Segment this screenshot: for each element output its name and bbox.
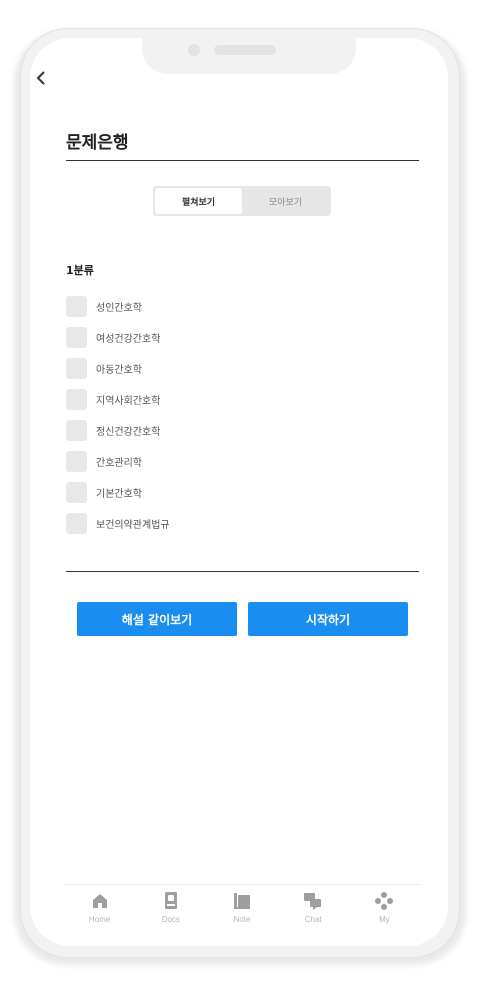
back-button[interactable] <box>34 68 48 88</box>
home-icon <box>89 890 111 912</box>
category-checkbox[interactable] <box>66 451 87 472</box>
category-item[interactable]: 성인간호학 <box>66 291 366 322</box>
tab-home[interactable]: Home <box>64 890 135 924</box>
category-label: 보건의약관계법규 <box>96 520 170 531</box>
tab-label: Note <box>233 915 251 924</box>
section-label: 1분류 <box>66 264 94 277</box>
tab-note[interactable]: Note <box>206 890 277 924</box>
view-toggle: 펼쳐보기 모아보기 <box>153 186 331 216</box>
category-checkbox[interactable] <box>66 420 87 441</box>
tab-chat[interactable]: Chat <box>278 890 349 924</box>
chat-icon <box>302 890 324 912</box>
section-divider <box>66 571 419 572</box>
category-item[interactable]: 아동간호학 <box>66 353 366 384</box>
category-item[interactable]: 여성건강간호학 <box>66 322 366 353</box>
category-checkbox[interactable] <box>66 327 87 348</box>
tab-docs[interactable]: Docs <box>135 890 206 924</box>
start-button[interactable]: 시작하기 <box>248 602 408 636</box>
chevron-left-icon <box>36 71 45 85</box>
tab-label: Docs <box>161 915 180 924</box>
camera-dot <box>188 44 200 56</box>
category-checkbox[interactable] <box>66 482 87 503</box>
page-title: 문제은행 <box>66 133 129 153</box>
speaker-grille <box>214 45 276 55</box>
category-checkbox[interactable] <box>66 296 87 317</box>
category-label: 간호관리학 <box>96 458 142 469</box>
bottom-tabbar: Home Docs Note Chat My <box>64 890 420 924</box>
toggle-expand-view[interactable]: 펼쳐보기 <box>155 188 242 214</box>
toggle-collect-view[interactable]: 모아보기 <box>242 188 329 214</box>
category-checkbox[interactable] <box>66 513 87 534</box>
category-item[interactable]: 보건의약관계법규 <box>66 508 366 539</box>
category-checkbox[interactable] <box>66 358 87 379</box>
category-checkbox[interactable] <box>66 389 87 410</box>
category-item[interactable]: 간호관리학 <box>66 446 366 477</box>
tab-label: Chat <box>304 915 322 924</box>
docs-icon <box>160 890 182 912</box>
category-label: 정신건강간호학 <box>96 427 161 438</box>
category-list: 성인간호학 여성건강간호학 아동간호학 지역사회간호학 정신건강간호학 간호관리… <box>66 291 366 539</box>
tabbar-divider <box>64 884 420 885</box>
category-item[interactable]: 정신건강간호학 <box>66 415 366 446</box>
category-item[interactable]: 기본간호학 <box>66 477 366 508</box>
category-label: 여성건강간호학 <box>96 334 161 345</box>
category-label: 기본간호학 <box>96 489 142 500</box>
category-item[interactable]: 지역사회간호학 <box>66 384 366 415</box>
tab-label: Home <box>88 915 111 924</box>
tab-my[interactable]: My <box>349 890 420 924</box>
category-label: 성인간호학 <box>96 303 142 314</box>
category-label: 지역사회간호학 <box>96 396 161 407</box>
my-icon <box>373 890 395 912</box>
title-divider <box>66 160 419 161</box>
category-label: 아동간호학 <box>96 365 142 376</box>
explain-together-button[interactable]: 해설 같이보기 <box>77 602 237 636</box>
tab-label: My <box>379 915 390 924</box>
note-icon <box>231 890 253 912</box>
